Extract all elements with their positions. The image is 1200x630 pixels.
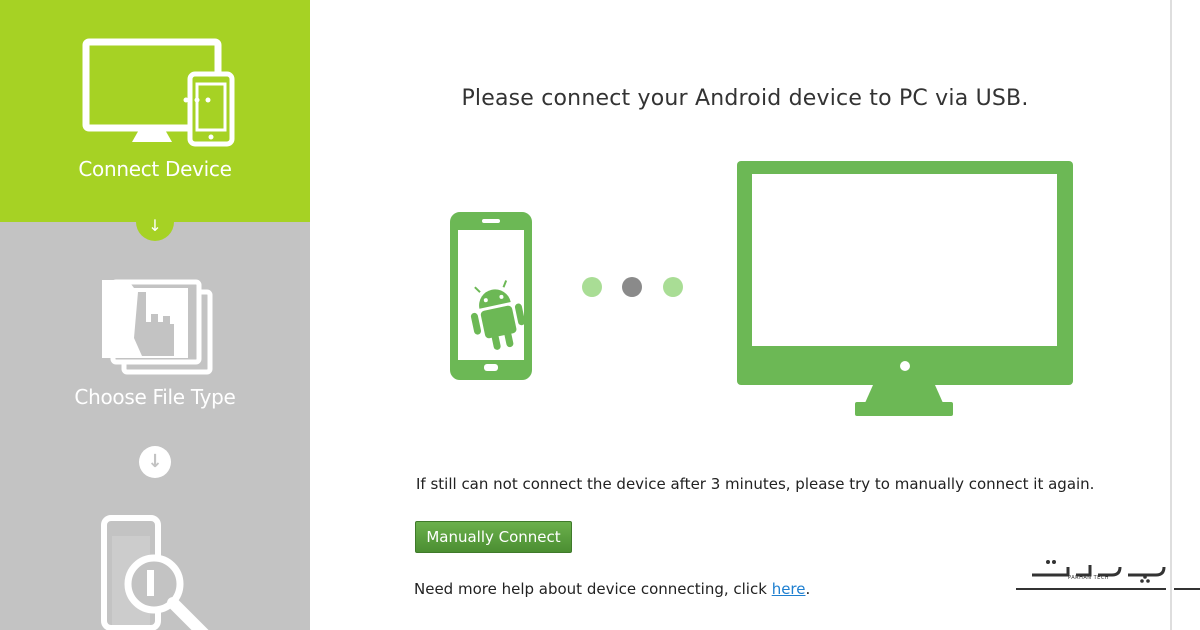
- manually-connect-button[interactable]: Manually Connect: [415, 521, 572, 553]
- steps-sidebar: Connect Device ↓ Choose File Type ↓: [0, 0, 310, 630]
- page-title: Please connect your Android device to PC…: [461, 86, 1029, 111]
- help-link[interactable]: here: [772, 580, 806, 598]
- help-prefix: Need more help about device connecting, …: [414, 580, 772, 598]
- watermark-subtitle: PARHAN TECH: [1068, 575, 1110, 581]
- step-connect-device: Connect Device: [0, 0, 310, 222]
- divider: [1170, 0, 1172, 630]
- step-label: Choose File Type: [74, 385, 236, 409]
- folder-hand-icon: [102, 279, 213, 375]
- watermark-logo: PARHAN TECH: [1016, 555, 1200, 595]
- arrow-down-icon: ↓: [139, 446, 171, 478]
- android-phone-icon: [450, 212, 532, 380]
- dot: [663, 277, 683, 297]
- watermark-rule: [1016, 588, 1166, 590]
- dot: [622, 277, 642, 297]
- pc-monitor-icon: [737, 161, 1073, 416]
- watermark-rule: [1174, 588, 1200, 590]
- arrow-down-icon: ↓: [148, 216, 162, 235]
- phone-search-icon: [101, 515, 209, 630]
- help-suffix: .: [805, 580, 811, 598]
- dot: [582, 277, 602, 297]
- step-label: Connect Device: [78, 157, 232, 181]
- monitor-phone-icon: [82, 38, 235, 147]
- help-text: Need more help about device connecting, …: [414, 580, 810, 598]
- connection-note: If still can not connect the device afte…: [416, 475, 1095, 493]
- step-arrow: ↓: [136, 215, 174, 241]
